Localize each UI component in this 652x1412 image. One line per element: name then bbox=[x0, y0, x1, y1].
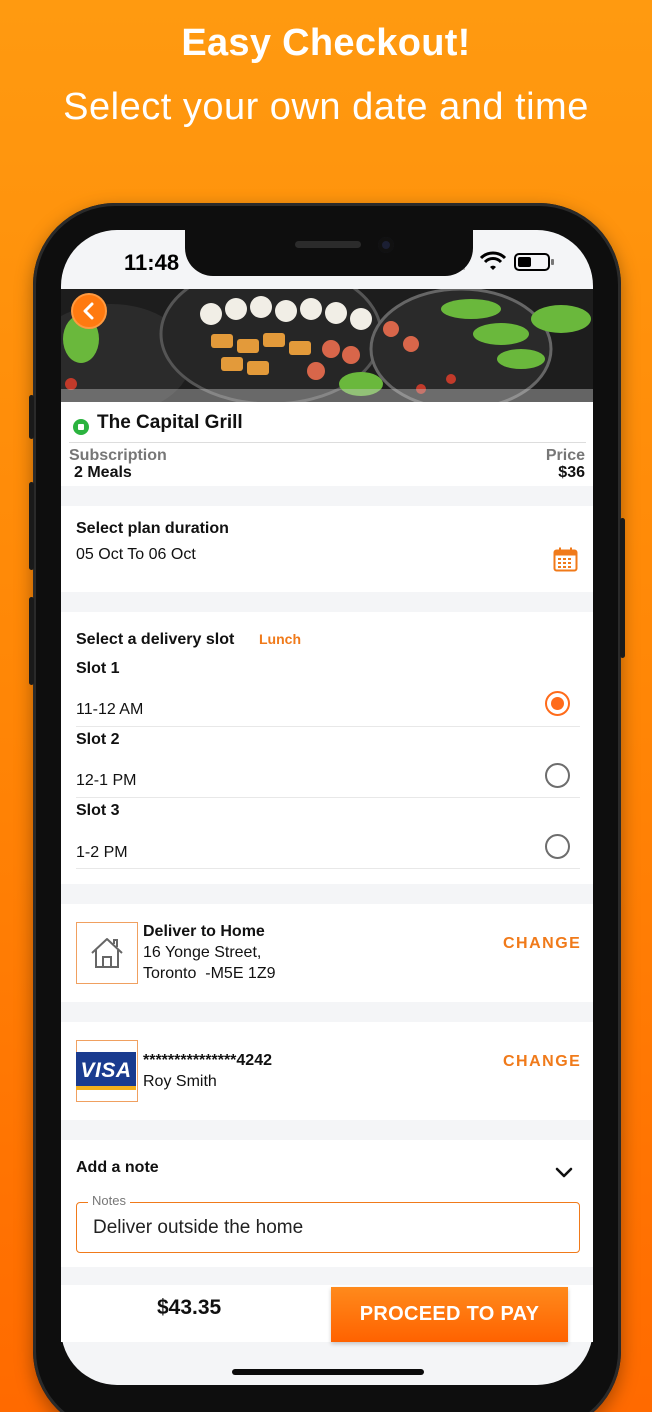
slot-time: 12-1 PM bbox=[76, 772, 137, 789]
divider bbox=[69, 442, 586, 443]
plan-duration-value: 05 Oct To 06 Oct bbox=[76, 546, 196, 563]
meal-tag: Lunch bbox=[259, 631, 301, 647]
change-payment-button[interactable]: CHANGE bbox=[503, 1053, 581, 1071]
volume-up-button bbox=[29, 482, 34, 570]
card-number: ***************4242 bbox=[143, 1052, 272, 1069]
address-card bbox=[61, 904, 593, 1002]
hero-subtitle: Select your own date and time bbox=[63, 86, 589, 128]
total-amount: $43.35 bbox=[157, 1296, 222, 1319]
slot-name: Slot 2 bbox=[76, 731, 120, 748]
notes-legend: Notes bbox=[88, 1193, 130, 1208]
notch bbox=[185, 230, 473, 276]
divider bbox=[76, 868, 580, 869]
price-value: $36 bbox=[558, 464, 585, 481]
volume-down-button bbox=[29, 597, 34, 685]
visa-stripe bbox=[76, 1086, 136, 1090]
address-line-1: 16 Yonge Street, bbox=[143, 944, 262, 961]
plan-duration-title: Select plan duration bbox=[76, 520, 229, 537]
slot-3-radio[interactable] bbox=[545, 834, 570, 859]
address-line-2: Toronto -M5E 1Z9 bbox=[143, 965, 276, 982]
address-title: Deliver to Home bbox=[143, 923, 265, 940]
hero-title: Easy Checkout! bbox=[181, 22, 471, 64]
price-label: Price bbox=[545, 447, 585, 464]
power-button bbox=[620, 518, 625, 658]
open-status-icon bbox=[73, 419, 89, 435]
food-banner-image bbox=[61, 289, 593, 402]
back-button[interactable] bbox=[71, 293, 107, 329]
delivery-slot-title: Select a delivery slot bbox=[76, 631, 235, 648]
speaker bbox=[295, 241, 361, 248]
slot-2-radio[interactable] bbox=[545, 763, 570, 788]
chevron-left-icon bbox=[83, 302, 94, 320]
payment-card bbox=[61, 1022, 593, 1120]
wifi-icon bbox=[479, 251, 507, 270]
camera bbox=[378, 237, 394, 253]
slot-time: 1-2 PM bbox=[76, 844, 128, 861]
slot-1-radio[interactable] bbox=[545, 691, 570, 716]
divider bbox=[76, 726, 580, 727]
calendar-icon[interactable] bbox=[553, 547, 578, 572]
visa-logo: VISA bbox=[76, 1052, 136, 1090]
status-time: 11:48 bbox=[124, 250, 180, 275]
slot-name: Slot 1 bbox=[76, 660, 120, 677]
delivery-slot-card bbox=[61, 612, 593, 884]
home-indicator bbox=[232, 1369, 424, 1375]
subscription-label: Subscription bbox=[69, 447, 167, 464]
notes-value[interactable]: Deliver outside the home bbox=[93, 1217, 303, 1239]
card-holder: Roy Smith bbox=[143, 1073, 217, 1090]
change-address-button[interactable]: CHANGE bbox=[503, 935, 581, 953]
subscription-value: 2 Meals bbox=[74, 464, 132, 481]
chevron-down-icon[interactable] bbox=[554, 1166, 574, 1180]
restaurant-name: The Capital Grill bbox=[97, 412, 243, 433]
slot-name: Slot 3 bbox=[76, 802, 120, 819]
home-icon bbox=[91, 938, 123, 968]
home-icon-box bbox=[76, 922, 138, 984]
slot-time: 11-12 AM bbox=[76, 701, 144, 718]
side-button bbox=[29, 395, 34, 439]
note-title: Add a note bbox=[76, 1159, 159, 1176]
proceed-to-pay-button[interactable]: PROCEED TO PAY bbox=[331, 1287, 568, 1342]
divider bbox=[76, 797, 580, 798]
battery-icon bbox=[514, 253, 554, 271]
